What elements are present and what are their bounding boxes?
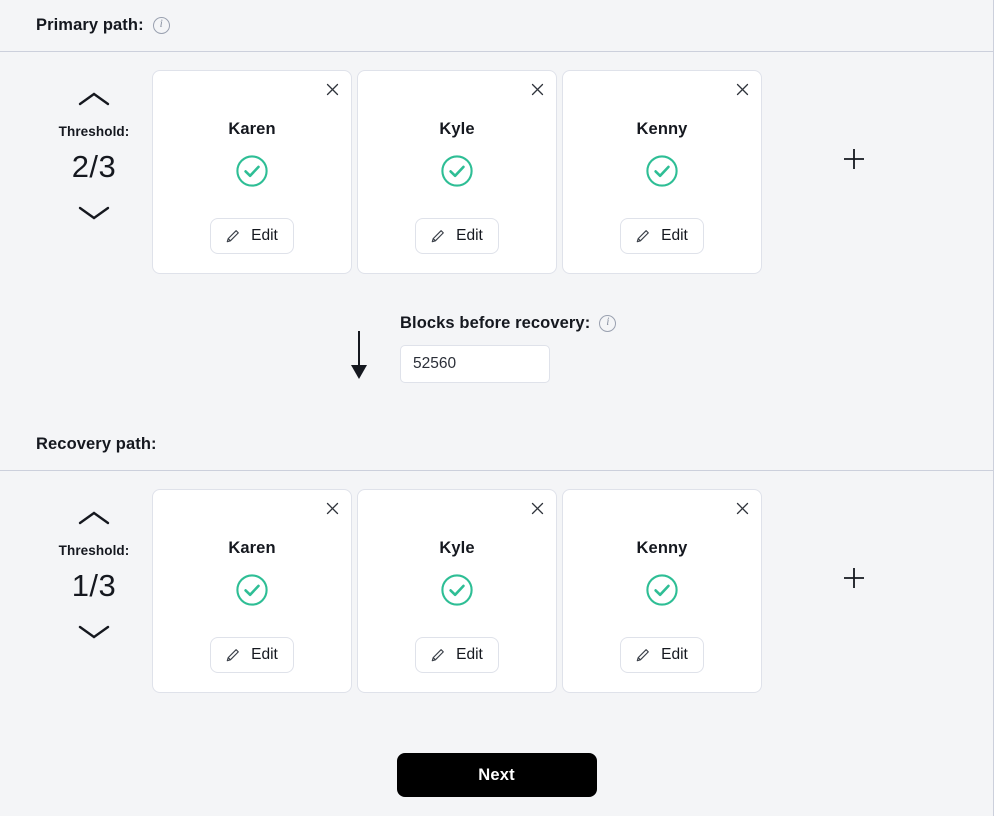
pencil-icon bbox=[431, 230, 445, 243]
signer-name: Karen bbox=[228, 539, 276, 557]
check-circle-icon bbox=[235, 573, 269, 607]
signer-card[interactable]: Kenny Edit bbox=[562, 489, 762, 693]
edit-button[interactable]: Edit bbox=[415, 218, 499, 254]
primary-path-row: Threshold: 2/3 Karen Edit Kyle Edit Kenn… bbox=[0, 52, 993, 274]
threshold-value: 2/3 bbox=[71, 149, 117, 184]
signer-name: Kenny bbox=[636, 539, 688, 557]
edit-button-label: Edit bbox=[251, 227, 278, 244]
pencil-icon bbox=[636, 230, 650, 243]
chevron-down-icon[interactable] bbox=[71, 201, 117, 223]
add-signer-button[interactable] bbox=[837, 561, 871, 595]
recovery-path-header: Recovery path: bbox=[0, 419, 993, 471]
signer-name: Kyle bbox=[439, 539, 475, 557]
signer-name: Karen bbox=[228, 120, 276, 138]
blocks-before-recovery-section: Blocks before recovery: i bbox=[0, 274, 993, 383]
blocks-before-recovery-input[interactable] bbox=[400, 345, 550, 383]
add-signer-button[interactable] bbox=[837, 142, 871, 176]
edit-button[interactable]: Edit bbox=[620, 637, 704, 673]
primary-path-title: Primary path: bbox=[36, 16, 144, 34]
chevron-down-icon[interactable] bbox=[71, 620, 117, 642]
recovery-threshold-stepper: Threshold: 1/3 bbox=[36, 489, 152, 642]
primary-path-header: Primary path: i bbox=[0, 0, 993, 52]
edit-button-label: Edit bbox=[661, 646, 688, 663]
edit-button-label: Edit bbox=[661, 227, 688, 244]
edit-button-label: Edit bbox=[456, 227, 483, 244]
pencil-icon bbox=[226, 230, 240, 243]
pencil-icon bbox=[636, 649, 650, 662]
edit-button[interactable]: Edit bbox=[210, 637, 294, 673]
signer-card[interactable]: Karen Edit bbox=[152, 70, 352, 274]
check-circle-icon bbox=[440, 573, 474, 607]
edit-button[interactable]: Edit bbox=[210, 218, 294, 254]
threshold-label: Threshold: bbox=[58, 124, 130, 139]
recovery-signer-cards: Karen Edit Kyle Edit Kenny Edit bbox=[152, 489, 762, 693]
info-icon[interactable]: i bbox=[599, 315, 617, 332]
check-circle-icon bbox=[235, 154, 269, 188]
close-icon[interactable] bbox=[322, 79, 342, 99]
signer-card[interactable]: Kyle Edit bbox=[357, 489, 557, 693]
check-circle-icon bbox=[440, 154, 474, 188]
edit-button-label: Edit bbox=[456, 646, 483, 663]
primary-signer-cards: Karen Edit Kyle Edit Kenny Edit bbox=[152, 70, 762, 274]
pencil-icon bbox=[226, 649, 240, 662]
primary-threshold-stepper: Threshold: 2/3 bbox=[36, 70, 152, 223]
close-icon[interactable] bbox=[527, 79, 547, 99]
blocks-before-recovery-label: Blocks before recovery: bbox=[400, 314, 591, 332]
arrow-down-icon bbox=[351, 331, 367, 379]
check-circle-icon bbox=[645, 154, 679, 188]
pencil-icon bbox=[431, 649, 445, 662]
chevron-up-icon[interactable] bbox=[71, 507, 117, 529]
signer-name: Kyle bbox=[439, 120, 475, 138]
info-icon[interactable]: i bbox=[152, 17, 170, 34]
recovery-path-title: Recovery path: bbox=[36, 435, 157, 453]
next-button[interactable]: Next bbox=[396, 753, 597, 797]
recovery-path-row: Threshold: 1/3 Karen Edit Kyle Edit Kenn… bbox=[0, 471, 993, 693]
threshold-value: 1/3 bbox=[71, 568, 117, 603]
signer-card[interactable]: Kyle Edit bbox=[357, 70, 557, 274]
edit-button[interactable]: Edit bbox=[620, 218, 704, 254]
plus-icon bbox=[844, 149, 864, 169]
footer: Next bbox=[0, 753, 993, 797]
signer-card[interactable]: Kenny Edit bbox=[562, 70, 762, 274]
edit-button[interactable]: Edit bbox=[415, 637, 499, 673]
check-circle-icon bbox=[645, 573, 679, 607]
close-icon[interactable] bbox=[732, 79, 752, 99]
close-icon[interactable] bbox=[527, 498, 547, 518]
signer-card[interactable]: Karen Edit bbox=[152, 489, 352, 693]
close-icon[interactable] bbox=[732, 498, 752, 518]
plus-icon bbox=[844, 568, 864, 588]
chevron-up-icon[interactable] bbox=[71, 88, 117, 110]
edit-button-label: Edit bbox=[251, 646, 278, 663]
signer-name: Kenny bbox=[636, 120, 688, 138]
threshold-label: Threshold: bbox=[58, 543, 130, 558]
close-icon[interactable] bbox=[322, 498, 342, 518]
